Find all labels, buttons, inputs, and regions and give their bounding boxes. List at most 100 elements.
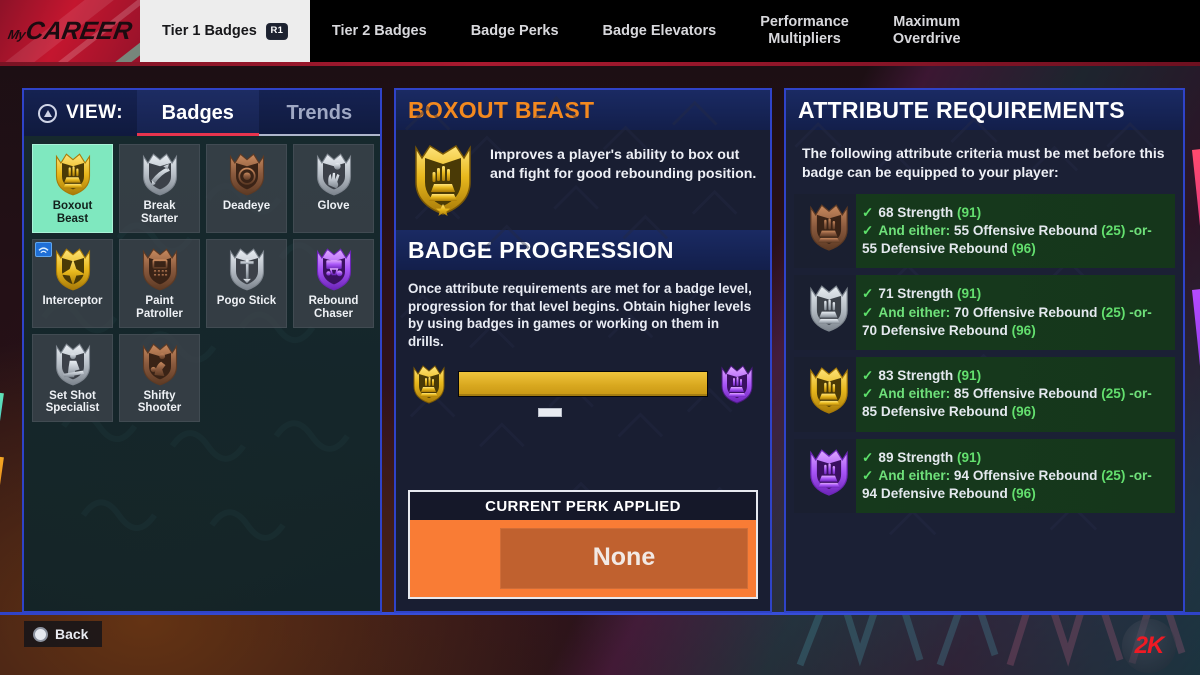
view-selector-row: VIEW: Badges Trends bbox=[24, 90, 380, 136]
requirement-list: ✓ 68 Strength (91) ✓ And either: 55 Offensi… bbox=[786, 193, 1183, 521]
badge-cell-setshot-specialist[interactable]: Set Shot Specialist bbox=[32, 333, 113, 423]
badge-name-label: Paint Patroller bbox=[136, 294, 183, 320]
requirement-row-gold: ✓ 83 Strength (91) ✓ And either: 85 Offensi… bbox=[794, 357, 1175, 432]
view-tab-label: Trends bbox=[286, 101, 353, 124]
accent-streak-teal-left bbox=[0, 392, 4, 463]
equipped-indicator-icon bbox=[35, 241, 52, 257]
badge-description: Improves a player's ability to box out a… bbox=[490, 147, 757, 182]
badge-name-label: Shifty Shooter bbox=[137, 389, 182, 415]
badge-art-icon bbox=[51, 246, 95, 292]
badge-art-icon bbox=[138, 246, 182, 292]
requirement-tier-badge-icon bbox=[806, 365, 852, 415]
badge-cell-glove[interactable]: Glove bbox=[293, 144, 374, 233]
2k-logo: 2K bbox=[1122, 619, 1176, 673]
progression-level-marker bbox=[537, 407, 562, 417]
check-icon: ✓ bbox=[862, 386, 874, 402]
requirement-strength-line: ✓ 89 Strength (91) bbox=[862, 449, 982, 465]
tab-label: Tier 1 Badges bbox=[162, 22, 257, 39]
check-icon: ✓ bbox=[862, 467, 874, 483]
requirement-tier-badge-icon bbox=[806, 447, 852, 497]
bottom-bar: Back 2K bbox=[0, 613, 1200, 675]
current-perk-value: None bbox=[499, 528, 748, 589]
requirement-strength-line: ✓ 83 Strength (91) bbox=[862, 368, 982, 383]
badge-progression-title: BADGE PROGRESSION bbox=[396, 230, 770, 270]
requirement-rebound-line: ✓ And either: 70 Offensive Rebound (25) -… bbox=[862, 304, 1152, 338]
tab-badge-elevators[interactable]: Badge Elevators bbox=[581, 0, 739, 62]
badge-art-icon bbox=[51, 341, 95, 387]
current-perk-box: CURRENT PERK APPLIED None bbox=[408, 490, 758, 599]
requirement-strength-line: ✓ 71 Strength (91) bbox=[862, 286, 982, 302]
requirement-tier-badge-icon bbox=[806, 202, 852, 252]
tab-label: Badge Elevators bbox=[602, 22, 717, 39]
badge-progression-body: Once attribute requirements are met for … bbox=[396, 270, 770, 422]
tab-performance-multipliers[interactable]: Performance Multipliers bbox=[738, 0, 871, 62]
tab-badge-perks[interactable]: Badge Perks bbox=[449, 0, 581, 62]
badge-name-label: Interceptor bbox=[42, 294, 103, 307]
badge-art-icon bbox=[312, 151, 356, 197]
progression-marker-row bbox=[408, 407, 758, 422]
requirement-strength-line: ✓ 68 Strength (91) bbox=[862, 204, 982, 220]
attribute-requirements-intro: The following attribute criteria must be… bbox=[802, 145, 1165, 180]
progression-bar-row bbox=[408, 364, 758, 404]
tab-label: Tier 2 Badges bbox=[331, 22, 427, 39]
badge-list-panel: VIEW: Badges Trends Boxout Beast Break S… bbox=[22, 88, 382, 613]
badge-cell-break-starter[interactable]: Break Starter bbox=[119, 144, 200, 233]
badge-art-icon bbox=[51, 151, 95, 197]
requirement-text: ✓ 83 Strength (91) ✓ And either: 85 Offensi… bbox=[862, 365, 1165, 422]
boxout-beast-badge-icon bbox=[415, 144, 471, 216]
badge-name-label: Boxout Beast bbox=[52, 200, 93, 225]
top-navigation-bar: My CAREER Tier 1 Badges R1 Tier 2 Badges… bbox=[0, 0, 1200, 66]
accent-streak-pink-right bbox=[1192, 149, 1200, 270]
view-label-group: VIEW: bbox=[24, 90, 137, 136]
requirement-row-bronze: ✓ 68 Strength (91) ✓ And either: 55 Offensi… bbox=[794, 193, 1175, 269]
view-tab-trends[interactable]: Trends bbox=[258, 90, 380, 136]
check-icon: ✓ bbox=[862, 368, 874, 383]
check-icon: ✓ bbox=[862, 204, 874, 220]
logo-main: CAREER bbox=[23, 16, 135, 45]
progression-end-hof-badge-icon bbox=[721, 364, 753, 404]
back-button[interactable]: Back bbox=[24, 621, 103, 647]
tab-list: Tier 1 Badges R1 Tier 2 Badges Badge Per… bbox=[140, 0, 1200, 62]
current-perk-body[interactable]: None bbox=[410, 520, 756, 597]
badge-name-label: Pogo Stick bbox=[216, 294, 277, 307]
tab-label: Maximum Overdrive bbox=[892, 14, 961, 47]
badge-name-label: Deadeye bbox=[222, 200, 271, 212]
tab-maximum-overdrive[interactable]: Maximum Overdrive bbox=[871, 0, 983, 62]
tab-label: Badge Perks bbox=[470, 22, 559, 39]
badge-title: BOXOUT BEAST bbox=[396, 90, 770, 130]
view-tab-badges[interactable]: Badges bbox=[137, 90, 260, 136]
requirement-row-hof: ✓ 89 Strength (91) ✓ And either: 94 Offensi… bbox=[794, 438, 1175, 514]
attribute-requirements-title: ATTRIBUTE REQUIREMENTS bbox=[786, 90, 1183, 130]
badge-grid: Boxout Beast Break Starter Deadeye Glove… bbox=[24, 136, 380, 430]
badge-detail-panel: BOXOUT BEAST Improves a player's ability… bbox=[394, 88, 772, 613]
requirement-text: ✓ 71 Strength (91) ✓ And either: 70 Offensi… bbox=[862, 283, 1165, 340]
shoulder-button-r1-icon: R1 bbox=[265, 22, 288, 40]
badge-cell-deadeye[interactable]: Deadeye bbox=[206, 144, 287, 233]
requirement-rebound-line: ✓ And either: 94 Offensive Rebound (25) -… bbox=[862, 467, 1152, 502]
accent-streak-orange-left bbox=[0, 456, 4, 503]
main-content: VIEW: Badges Trends Boxout Beast Break S… bbox=[22, 88, 1185, 613]
badge-art-icon bbox=[138, 341, 182, 387]
progression-bar-track bbox=[458, 370, 708, 397]
badge-cell-boxout-beast[interactable]: Boxout Beast bbox=[32, 144, 113, 233]
badge-cell-pogostick[interactable]: Pogo Stick bbox=[206, 238, 287, 328]
badge-cell-paint-patroller[interactable]: Paint Patroller bbox=[119, 238, 200, 328]
view-label: VIEW: bbox=[66, 102, 124, 123]
requirement-rebound-line: ✓ And either: 55 Offensive Rebound (25) -… bbox=[862, 222, 1152, 257]
requirement-rebound-line: ✓ And either: 85 Offensive Rebound (25) -… bbox=[862, 386, 1152, 420]
tab-tier-1-badges[interactable]: Tier 1 Badges R1 bbox=[140, 0, 310, 62]
tab-tier-2-badges[interactable]: Tier 2 Badges bbox=[310, 0, 449, 62]
badge-name-label: Glove bbox=[317, 200, 350, 212]
attribute-requirements-panel: ATTRIBUTE REQUIREMENTS The following att… bbox=[784, 88, 1185, 613]
badge-cell-shifty-shooter[interactable]: Shifty Shooter bbox=[119, 333, 200, 423]
check-icon: ✓ bbox=[862, 286, 874, 302]
tab-label: Performance Multipliers bbox=[760, 14, 849, 47]
badge-art-icon bbox=[138, 151, 182, 197]
badge-cell-rebound-chaser[interactable]: Rebound Chaser bbox=[293, 238, 374, 328]
requirement-tier-badge-icon bbox=[806, 283, 852, 333]
badge-art-icon bbox=[225, 151, 269, 197]
circle-button-icon bbox=[33, 626, 48, 642]
badge-cell-interceptor[interactable]: Interceptor bbox=[32, 238, 113, 328]
requirement-row-silver: ✓ 71 Strength (91) ✓ And either: 70 Offensi… bbox=[794, 275, 1175, 350]
check-icon: ✓ bbox=[862, 449, 874, 465]
